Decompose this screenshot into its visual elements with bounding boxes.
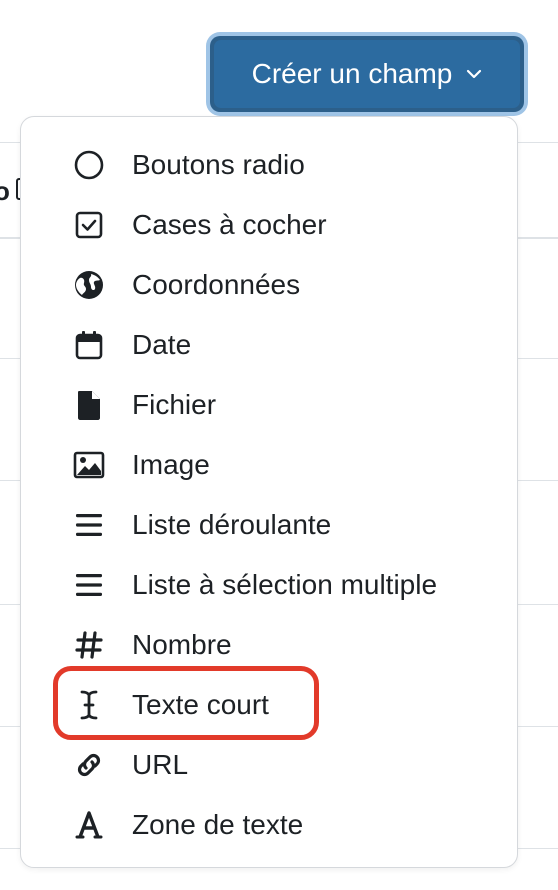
list-icon	[71, 507, 107, 543]
menu-item-label: Nombre	[132, 629, 232, 660]
chevron-down-icon	[466, 69, 482, 79]
list-icon	[71, 567, 107, 603]
file-icon	[71, 387, 107, 423]
menu-item-label: Coordonnées	[132, 269, 301, 300]
menu-item-text-area[interactable]: Zone de texte	[21, 795, 519, 855]
menu-item-date[interactable]: Date	[21, 315, 519, 375]
checkbox-icon	[71, 207, 107, 243]
globe-icon	[71, 267, 107, 303]
menu-item-label: Liste à sélection multiple	[132, 569, 438, 600]
circle-icon	[71, 147, 107, 183]
menu-item-label: Image	[132, 449, 210, 480]
menu-item-coordinates[interactable]: Coordonnées	[21, 255, 519, 315]
menu-item-short-text[interactable]: Texte court	[21, 675, 519, 735]
menu-item-label: Fichier	[132, 389, 217, 420]
menu-item-label: Liste déroulante	[132, 509, 332, 540]
menu-item-label: Texte court	[132, 689, 269, 720]
link-icon	[71, 747, 107, 783]
menu-item-label: Cases à cocher	[132, 209, 327, 240]
menu-item-label: Date	[132, 329, 192, 360]
menu-item-label: Zone de texte	[132, 809, 304, 840]
text-cursor-icon	[71, 687, 107, 723]
table-header-text: o	[0, 176, 10, 206]
menu-item-radio-buttons[interactable]: Boutons radio	[21, 135, 519, 195]
menu-item-label: URL	[132, 749, 189, 780]
hash-icon	[71, 627, 107, 663]
create-field-button[interactable]: Créer un champ	[210, 36, 524, 112]
menu-item-url[interactable]: URL	[21, 735, 519, 795]
menu-item-number[interactable]: Nombre	[21, 615, 519, 675]
menu-item-checkboxes[interactable]: Cases à cocher	[21, 195, 519, 255]
menu-item-file[interactable]: Fichier	[21, 375, 519, 435]
create-field-button-label: Créer un champ	[251, 58, 453, 89]
menu-item-dropdown-list[interactable]: Liste déroulante	[21, 495, 519, 555]
image-icon	[71, 447, 107, 483]
menu-item-multi-select-list[interactable]: Liste à sélection multiple	[21, 555, 519, 615]
font-icon	[71, 807, 107, 843]
menu-item-image[interactable]: Image	[21, 435, 519, 495]
create-field-dropdown-menu: Boutons radio Cases à cocher Coordonnées…	[20, 116, 518, 868]
calendar-icon	[71, 327, 107, 363]
menu-item-label: Boutons radio	[132, 149, 305, 180]
